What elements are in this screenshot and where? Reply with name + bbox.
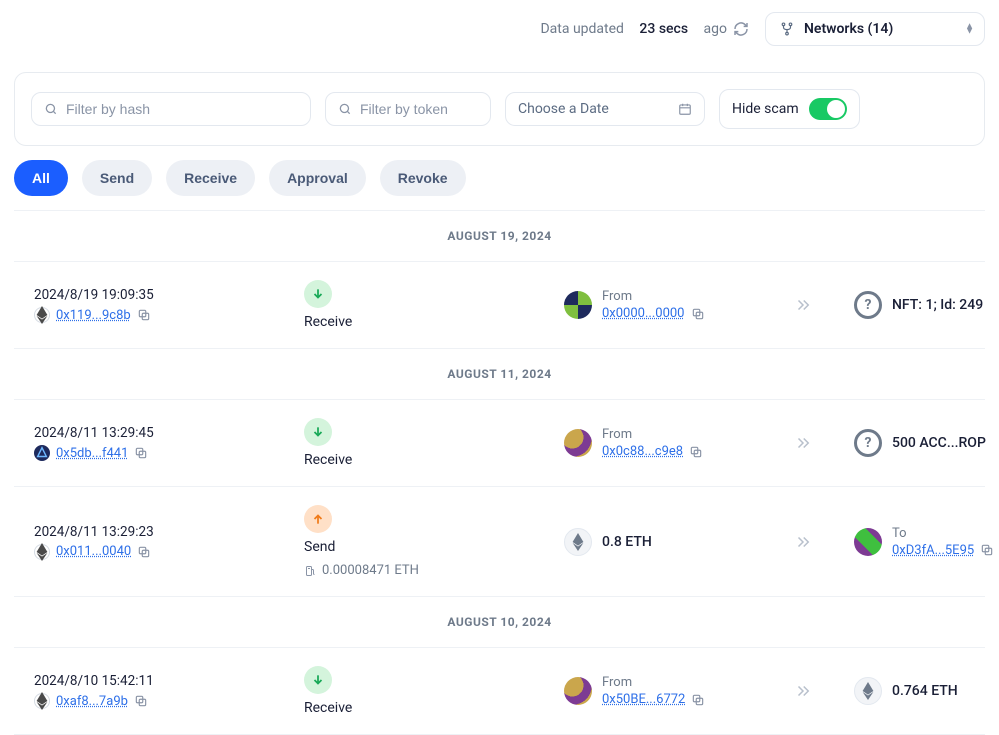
amount-text: NFT: 1; Id: 249 — [892, 297, 983, 313]
data-updated-label: Data updated 23 secs ago — [540, 21, 749, 37]
filter-token-wrap[interactable] — [325, 92, 491, 126]
hide-scam-toggle[interactable] — [809, 98, 847, 120]
copy-icon[interactable] — [137, 545, 151, 559]
unknown-token-icon: ? — [854, 291, 882, 319]
address-link[interactable]: 0x50BE...6772 — [602, 692, 685, 707]
arbitrum-chain-icon — [34, 445, 50, 461]
tx-hash-link[interactable]: 0xaf8...7a9b — [56, 694, 128, 709]
receive-icon — [304, 418, 332, 446]
copy-icon[interactable] — [134, 694, 148, 708]
type-filter-tabs: All Send Receive Approval Revoke — [0, 160, 999, 204]
type-label: Receive — [304, 314, 564, 330]
date-picker[interactable]: Choose a Date — [505, 92, 705, 126]
filter-hash-input[interactable] — [66, 101, 298, 117]
timestamp: 2024/8/19 19:09:35 — [34, 287, 304, 303]
networks-dropdown[interactable]: Networks (14) ▲▼ — [765, 12, 985, 46]
refresh-icon[interactable] — [733, 21, 749, 37]
date-separator: AUGUST 19, 2024 — [14, 211, 985, 261]
amount-text: 0.8 ETH — [602, 534, 652, 550]
avatar — [564, 291, 592, 319]
eth-chain-icon — [34, 693, 50, 709]
date-separator: AUGUST 11, 2024 — [14, 348, 985, 399]
filter-hash-wrap[interactable] — [31, 92, 311, 126]
gas-icon — [304, 565, 316, 577]
arrow-icon — [794, 298, 854, 312]
receive-icon — [304, 280, 332, 308]
amount-text: 500 ACC...ROP — [892, 435, 986, 451]
receive-icon — [304, 666, 332, 694]
top-bar: Data updated 23 secs ago Networks (14) ▲… — [0, 0, 999, 58]
send-icon — [304, 505, 332, 533]
direction-label: From — [602, 427, 703, 442]
unknown-token-icon: ? — [854, 429, 882, 457]
copy-icon[interactable] — [134, 446, 148, 460]
direction-label: To — [892, 526, 994, 541]
updated-prefix: Data updated — [540, 21, 623, 37]
tx-hash-link[interactable]: 0x5db...f441 — [56, 446, 128, 461]
avatar — [564, 429, 592, 457]
copy-icon[interactable] — [691, 693, 705, 707]
eth-token-icon — [854, 677, 882, 705]
timestamp: 2024/8/11 13:29:23 — [34, 524, 304, 540]
copy-icon[interactable] — [689, 445, 703, 459]
calendar-icon — [678, 102, 692, 116]
type-label: Receive — [304, 700, 564, 716]
copy-icon[interactable] — [137, 308, 151, 322]
updated-suffix: ago — [704, 21, 727, 37]
filter-panel: Choose a Date Hide scam — [14, 72, 985, 146]
sort-chevrons-icon: ▲▼ — [965, 25, 974, 34]
filter-token-input[interactable] — [360, 101, 478, 117]
networks-label: Networks (14) — [804, 21, 893, 37]
tab-receive[interactable]: Receive — [166, 160, 255, 196]
tx-hash-link[interactable]: 0x119...9c8b — [56, 308, 131, 323]
hide-scam-label: Hide scam — [732, 101, 799, 117]
address-link[interactable]: 0xD3fA...5E95 — [892, 543, 974, 558]
avatar — [564, 677, 592, 705]
copy-icon[interactable] — [691, 307, 705, 321]
search-icon — [338, 102, 352, 116]
amount-text: 0.764 ETH — [892, 683, 958, 699]
network-icon — [780, 22, 794, 36]
direction-label: From — [602, 289, 705, 304]
type-label: Send — [304, 539, 564, 555]
address-link[interactable]: 0x0000...0000 — [602, 306, 685, 321]
table-row[interactable]: 2024/8/19 19:09:35 0x119...9c8b Receive … — [14, 261, 985, 348]
tab-send[interactable]: Send — [82, 160, 152, 196]
arrow-icon — [794, 535, 854, 549]
copy-icon[interactable] — [980, 543, 994, 557]
transactions-list: AUGUST 19, 2024 2024/8/19 19:09:35 0x119… — [14, 210, 985, 735]
eth-token-icon — [564, 528, 592, 556]
table-row[interactable]: 2024/8/11 13:29:45 0x5db...f441 Receive … — [14, 399, 985, 486]
timestamp: 2024/8/10 15:42:11 — [34, 673, 304, 689]
table-row[interactable]: 2024/8/11 13:29:23 0x011...0040 Send — [14, 486, 985, 596]
tab-all[interactable]: All — [14, 160, 68, 196]
tx-hash-link[interactable]: 0x011...0040 — [56, 544, 131, 559]
arrow-icon — [794, 436, 854, 450]
address-link[interactable]: 0x0c88...c9e8 — [602, 444, 683, 459]
date-separator: AUGUST 10, 2024 — [14, 596, 985, 647]
tab-revoke[interactable]: Revoke — [380, 160, 466, 196]
search-icon — [44, 102, 58, 116]
tab-approval[interactable]: Approval — [269, 160, 366, 196]
updated-value: 23 secs — [639, 21, 688, 37]
timestamp: 2024/8/11 13:29:45 — [34, 425, 304, 441]
gas-amount: 0.00008471 ETH — [322, 563, 419, 578]
avatar — [854, 528, 882, 556]
direction-label: From — [602, 675, 705, 690]
date-label: Choose a Date — [518, 101, 609, 117]
eth-chain-icon — [34, 307, 50, 323]
arrow-icon — [794, 684, 854, 698]
type-label: Receive — [304, 452, 564, 468]
eth-chain-icon — [34, 544, 50, 560]
hide-scam-control: Hide scam — [719, 89, 860, 129]
